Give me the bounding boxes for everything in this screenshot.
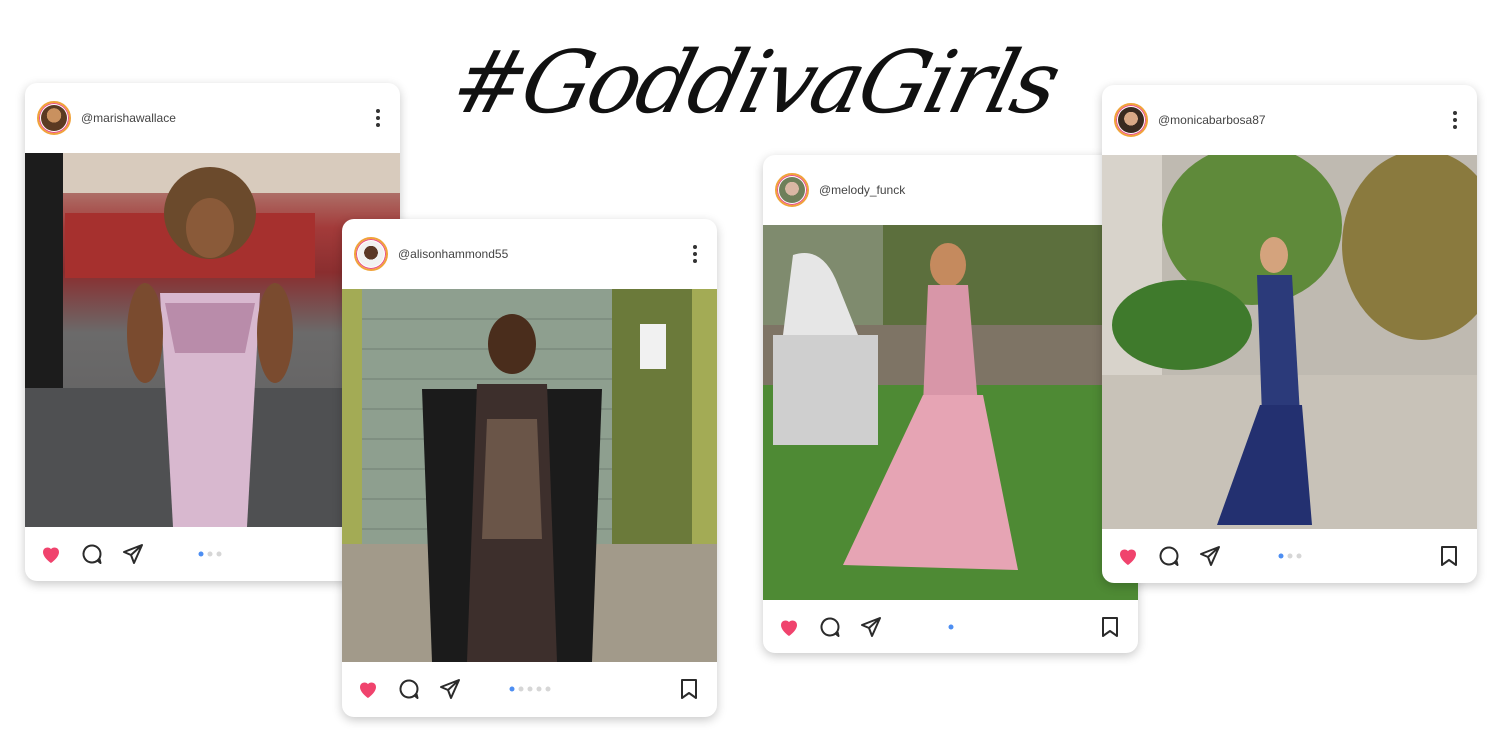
avatar[interactable] [1114,103,1148,137]
post-header: @alisonhammond55 [342,219,717,289]
share-icon[interactable] [438,677,462,701]
carousel-dots [948,624,953,630]
post-handle[interactable]: @melody_funck [819,183,905,197]
bookmark-icon[interactable] [679,678,699,700]
bookmark-icon[interactable] [1100,616,1120,638]
post-card-monicabarbosa87: @monicabarbosa87 [1102,85,1477,583]
comment-icon[interactable] [1157,544,1181,568]
post-actions [342,662,717,716]
more-options-icon[interactable] [693,245,697,263]
hashtag-heading: #GoddivaGirls [443,0,1068,165]
post-actions [763,600,1138,653]
share-icon[interactable] [859,615,883,639]
comment-icon[interactable] [80,542,104,566]
comment-icon[interactable] [397,677,421,701]
hashtag-text: #GoddivaGirls [442,32,1068,133]
heart-icon[interactable] [1116,544,1140,568]
post-header: @monicabarbosa87 [1102,85,1477,155]
more-options-icon[interactable] [1453,111,1457,129]
more-options-icon[interactable] [376,109,380,127]
avatar[interactable] [775,173,809,207]
post-card-alisonhammond55: @alisonhammond55 [342,219,717,717]
carousel-dots [1278,553,1301,559]
post-header: @marishawallace [25,83,400,153]
heart-icon[interactable] [356,677,380,701]
share-icon[interactable] [1198,544,1222,568]
post-header: @melody_funck [763,155,1138,225]
post-handle[interactable]: @marishawallace [81,111,176,125]
share-icon[interactable] [121,542,145,566]
carousel-dots [198,551,222,557]
avatar[interactable] [37,101,71,135]
post-photo [342,289,717,662]
post-handle[interactable]: @alisonhammond55 [398,247,508,261]
heart-icon[interactable] [777,615,801,639]
post-handle[interactable]: @monicabarbosa87 [1158,113,1266,127]
bookmark-icon[interactable] [1439,545,1459,567]
heart-icon[interactable] [39,542,63,566]
post-photo [763,225,1138,600]
carousel-dots [509,686,550,692]
comment-icon[interactable] [818,615,842,639]
post-card-melody_funck: @melody_funck [763,155,1138,653]
post-actions [1102,529,1477,583]
post-photo [1102,155,1477,529]
avatar[interactable] [354,237,388,271]
